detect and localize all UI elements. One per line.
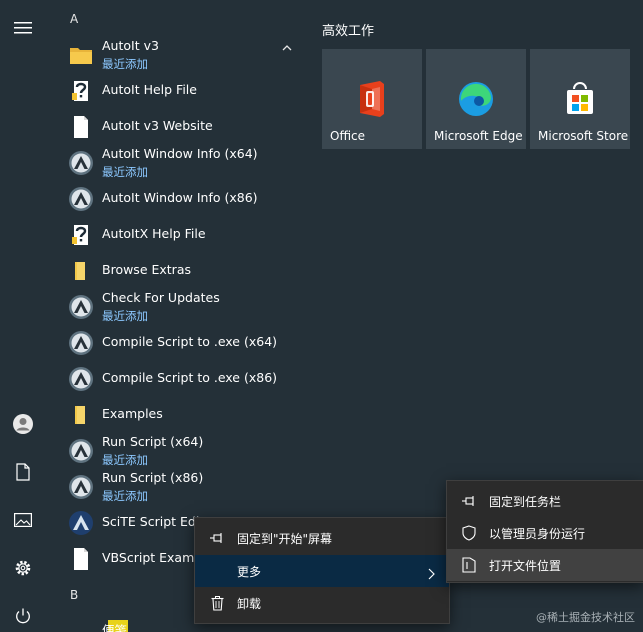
app-item[interactable]: AutoIt Window Info (x64) 最近添加 <box>54 144 312 180</box>
web-file-icon <box>68 114 94 140</box>
app-label: 便笺 <box>102 623 128 632</box>
autoit-icon <box>68 294 94 320</box>
file-location-icon <box>461 557 477 573</box>
tile-label: Microsoft Store <box>538 129 629 143</box>
app-label: Check For Updates <box>102 290 220 305</box>
tile-label: Office <box>330 129 366 143</box>
pin-icon <box>461 493 477 509</box>
folder-label: AutoIt v3 <box>102 38 159 53</box>
app-label: Run Script (x86) <box>102 470 204 485</box>
web-file-icon <box>68 546 94 572</box>
pictures-icon[interactable] <box>11 508 35 532</box>
power-icon[interactable] <box>11 604 35 628</box>
recent-badge: 最近添加 <box>102 165 148 179</box>
tile-label: Microsoft Edge <box>434 129 523 143</box>
menu-item-label: 更多 <box>237 565 262 579</box>
app-label: Compile Script to .exe (x86) <box>102 370 278 385</box>
app-label: AutoIt Help File <box>102 82 197 97</box>
help-file-icon <box>68 222 94 248</box>
folder-icon <box>68 402 94 428</box>
autoit-icon <box>68 366 94 392</box>
store-icon <box>560 79 600 119</box>
app-item[interactable]: AutoIt v3 Website <box>54 108 312 144</box>
app-label: Run Script (x64) <box>102 434 204 449</box>
app-label: AutoIt Window Info (x86) <box>102 190 258 205</box>
app-label: Browse Extras <box>102 262 191 277</box>
app-item[interactable]: Examples <box>54 396 312 432</box>
tile-office[interactable]: Office <box>322 49 422 149</box>
app-item[interactable]: AutoItX Help File <box>54 216 312 252</box>
chevron-right-icon <box>427 565 435 584</box>
context-menu: 固定到"开始"屏幕 更多 卸载 <box>194 517 450 624</box>
autoit-icon <box>68 186 94 212</box>
menu-item-label: 固定到任务栏 <box>489 495 562 509</box>
app-item[interactable]: Compile Script to .exe (x64) <box>54 324 312 360</box>
settings-icon[interactable] <box>11 556 35 580</box>
autoit-icon <box>68 330 94 356</box>
app-label: Compile Script to .exe (x64) <box>102 334 278 349</box>
pin-icon <box>209 530 225 546</box>
app-label: Examples <box>102 406 163 421</box>
recent-badge: 最近添加 <box>102 453 148 467</box>
recent-badge: 最近添加 <box>102 309 148 323</box>
menu-item-pin-to-taskbar[interactable]: 固定到任务栏 <box>447 485 643 517</box>
menu-item-label: 卸载 <box>237 597 262 611</box>
hamburger-menu-icon[interactable] <box>11 16 35 40</box>
recent-badge: 最近添加 <box>102 489 148 503</box>
folder-icon <box>68 258 94 284</box>
app-item[interactable]: AutoIt Help File <box>54 72 312 108</box>
recent-badge: 最近添加 <box>102 57 148 71</box>
tile-microsoft-store[interactable]: Microsoft Store <box>530 49 630 149</box>
scite-icon <box>68 510 94 536</box>
section-header-a[interactable]: A <box>70 12 78 26</box>
menu-item-run-as-admin[interactable]: 以管理员身份运行 <box>447 517 643 549</box>
menu-item-more[interactable]: 更多 <box>195 555 449 587</box>
office-icon <box>352 79 392 119</box>
menu-item-label: 固定到"开始"屏幕 <box>237 532 333 546</box>
app-item[interactable]: AutoIt Window Info (x86) <box>54 180 312 216</box>
autoit-icon <box>68 150 94 176</box>
app-label: AutoIt v3 Website <box>102 118 213 133</box>
start-rail <box>0 0 46 632</box>
tile-microsoft-edge[interactable]: Microsoft Edge <box>426 49 526 149</box>
submenu-more: 固定到任务栏 以管理员身份运行 打开文件位置 <box>446 480 643 583</box>
menu-item-pin-to-start[interactable]: 固定到"开始"屏幕 <box>195 522 449 554</box>
app-label: AutoItX Help File <box>102 226 206 241</box>
document-icon[interactable] <box>11 460 35 484</box>
autoit-icon <box>68 474 94 500</box>
menu-item-label: 打开文件位置 <box>489 559 562 573</box>
app-item[interactable]: Run Script (x86) 最近添加 <box>54 468 312 504</box>
app-item[interactable]: Run Script (x64) 最近添加 <box>54 432 312 468</box>
trash-icon <box>209 595 225 611</box>
app-item[interactable]: Browse Extras <box>54 252 312 288</box>
menu-item-open-file-location[interactable]: 打开文件位置 <box>447 549 643 581</box>
app-label: AutoIt Window Info (x64) <box>102 146 258 161</box>
folder-autoit-v3[interactable]: AutoIt v3 最近添加 <box>54 36 312 72</box>
menu-item-label: 以管理员身份运行 <box>489 527 586 541</box>
tile-group-title: 高效工作 <box>322 24 375 39</box>
help-file-icon <box>68 78 94 104</box>
shield-icon <box>461 525 477 541</box>
edge-icon <box>456 79 496 119</box>
app-item[interactable]: Compile Script to .exe (x86) <box>54 360 312 396</box>
watermark: @稀土掘金技术社区 <box>536 611 635 624</box>
app-item[interactable]: Check For Updates 最近添加 <box>54 288 312 324</box>
folder-icon <box>68 42 94 68</box>
menu-item-uninstall[interactable]: 卸载 <box>195 587 449 619</box>
section-header-b[interactable]: B <box>70 588 78 602</box>
user-icon[interactable] <box>11 412 35 436</box>
chevron-up-icon[interactable] <box>280 40 294 54</box>
autoit-icon <box>68 438 94 464</box>
